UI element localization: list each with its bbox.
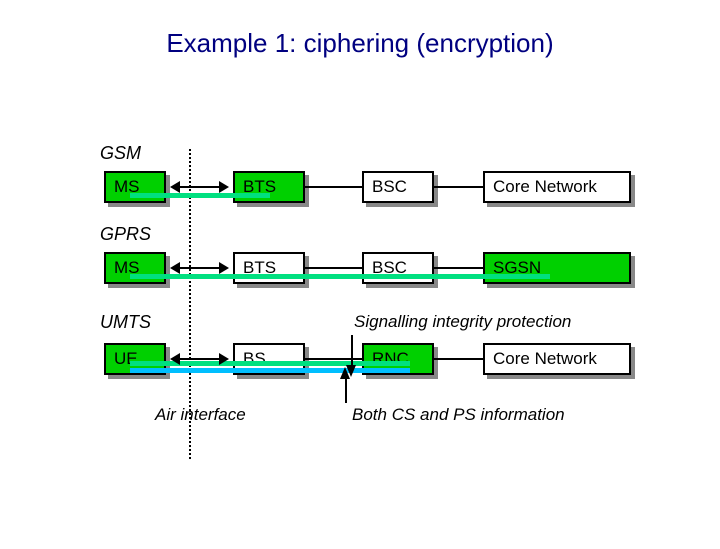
umts-label: UMTS xyxy=(100,312,151,333)
gsm-ms-box: MS xyxy=(104,171,166,203)
umts-rnc-text: RNC xyxy=(372,349,409,369)
umts-integrity-span xyxy=(130,368,410,373)
gprs-link-1 xyxy=(176,267,223,269)
pointer-line xyxy=(351,335,353,367)
arrow-right-icon xyxy=(219,262,229,274)
gprs-bsc-box: BSC xyxy=(362,252,434,284)
gprs-sgsn-box: SGSN xyxy=(483,252,631,284)
gprs-ms-box: MS xyxy=(104,252,166,284)
gsm-link-3 xyxy=(434,186,483,188)
diagram-title: Example 1: ciphering (encryption) xyxy=(0,0,720,59)
gsm-core-box: Core Network xyxy=(483,171,631,203)
gsm-bts-box: BTS xyxy=(233,171,305,203)
pointer-line-2 xyxy=(345,375,347,403)
umts-core-box: Core Network xyxy=(483,343,631,375)
gsm-cipher-span xyxy=(130,193,270,198)
arrow-right-icon xyxy=(219,181,229,193)
gprs-cipher-span xyxy=(130,274,550,279)
umts-core-text: Core Network xyxy=(493,349,597,369)
arrow-right-icon xyxy=(219,353,229,365)
gprs-link-2 xyxy=(305,267,362,269)
umts-ue-text: UE xyxy=(114,349,138,369)
gsm-link-2 xyxy=(305,186,362,188)
umts-link-1 xyxy=(176,358,223,360)
umts-link-3 xyxy=(434,358,483,360)
gsm-core-text: Core Network xyxy=(493,177,597,197)
arrow-left-icon xyxy=(170,353,180,365)
both-cs-ps-note: Both CS and PS information xyxy=(352,405,565,425)
umts-bs-text: BS xyxy=(243,349,266,369)
signalling-note: Signalling integrity protection xyxy=(354,312,571,332)
gsm-label: GSM xyxy=(100,143,141,164)
arrow-left-icon xyxy=(170,262,180,274)
gprs-label: GPRS xyxy=(100,224,151,245)
air-interface-note: Air interface xyxy=(155,405,246,425)
arrow-left-icon xyxy=(170,181,180,193)
gprs-link-3 xyxy=(434,267,483,269)
gsm-bsc-box: BSC xyxy=(362,171,434,203)
gprs-bts-box: BTS xyxy=(233,252,305,284)
umts-link-2 xyxy=(305,358,362,360)
diagram-stage: GSM MS BTS BSC Core Network GPRS MS BTS … xyxy=(0,59,720,549)
gsm-link-1 xyxy=(176,186,223,188)
arrow-up-icon xyxy=(340,367,350,379)
gsm-bsc-text: BSC xyxy=(372,177,407,197)
